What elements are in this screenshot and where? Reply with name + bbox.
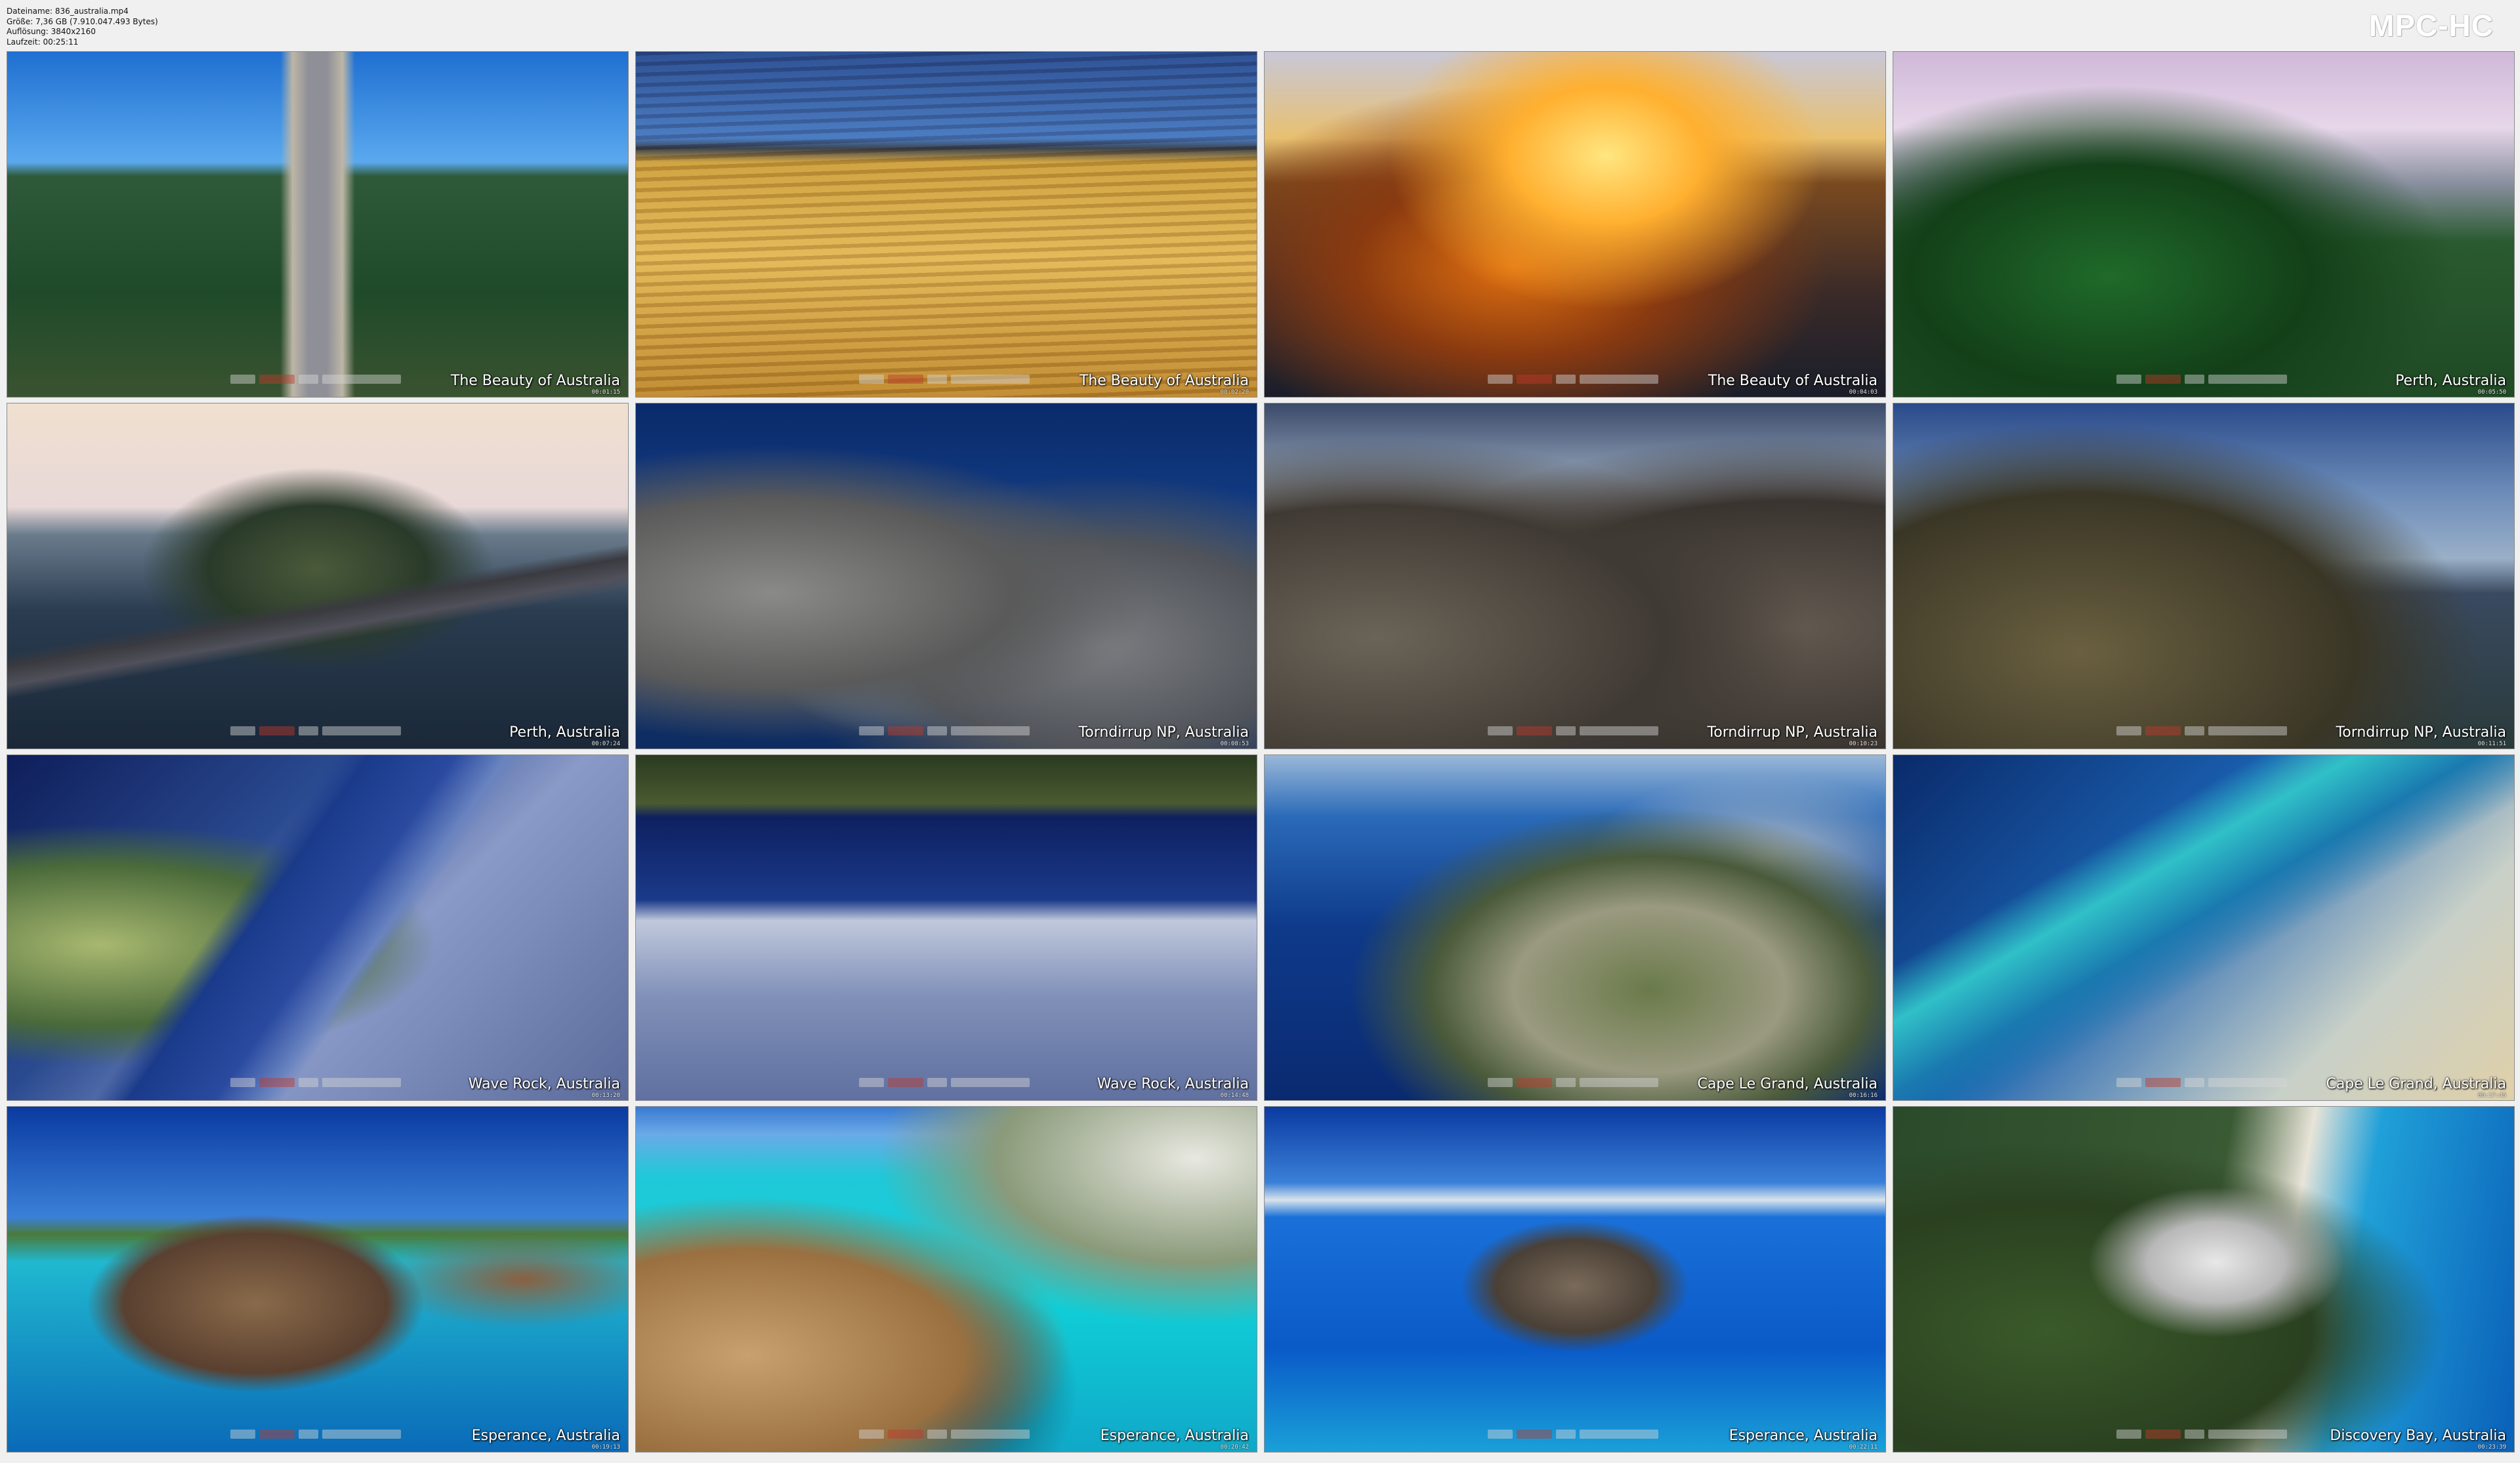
thumbnail-caption: Esperance, Australia: [1100, 1428, 1249, 1444]
thumbnail-caption: The Beauty of Australia: [1079, 373, 1249, 389]
thumbnail-frame-image: [1265, 1107, 1885, 1452]
thumbnail-frame-image: [1893, 755, 2514, 1100]
thumbnail-caption: Cape Le Grand, Australia: [1697, 1076, 1878, 1092]
thumbnail-frame-image: [636, 755, 1257, 1100]
video-thumbnail: Cape Le Grand, Australia 00:16:16: [1264, 754, 1886, 1101]
thumbnail-caption: Torndirrup NP, Australia: [1078, 724, 1249, 741]
thumbnail-frame-image: [1893, 52, 2514, 397]
thumbnail-timecode: 00:16:16: [1849, 1092, 1878, 1099]
watermark-logo: [230, 1076, 408, 1089]
thumbnail-caption: The Beauty of Australia: [450, 373, 620, 389]
video-thumbnail: The Beauty of Australia 00:02:20: [635, 51, 1257, 398]
watermark-logo: [859, 373, 1036, 386]
file-name-line: Dateiname: 836_australia.mp4: [7, 7, 129, 16]
app-logo: MPC-HC: [2369, 9, 2494, 43]
thumbnail-frame-image: [7, 52, 628, 397]
video-thumbnail: Esperance, Australia 00:20:42: [635, 1106, 1257, 1453]
watermark-logo: [859, 724, 1036, 737]
video-thumbnail: Wave Rock, Australia 00:13:20: [7, 754, 629, 1101]
thumbnail-caption: Esperance, Australia: [1729, 1428, 1878, 1444]
video-thumbnail: Perth, Australia 00:07:24: [7, 403, 629, 749]
thumbnail-timecode: 00:08:53: [1220, 741, 1249, 747]
thumbnail-caption: Cape Le Grand, Australia: [2326, 1076, 2506, 1092]
video-thumbnail: Esperance, Australia 00:22:11: [1264, 1106, 1886, 1453]
thumbnail-timecode: 00:11:51: [2477, 741, 2506, 747]
thumbnail-timecode: 00:22:11: [1849, 1444, 1878, 1451]
thumbnail-timecode: 00:02:20: [1220, 389, 1249, 396]
thumbnail-frame-image: [1893, 403, 2514, 749]
thumbnail-timecode: 00:05:50: [2477, 389, 2506, 396]
thumbnail-caption: Torndirrup NP, Australia: [2336, 724, 2506, 741]
watermark-logo: [230, 724, 408, 737]
thumbnail-timecode: 00:23:39: [2477, 1444, 2506, 1451]
watermark-logo: [2116, 1076, 2294, 1089]
thumbnail-caption: Discovery Bay, Australia: [2330, 1428, 2506, 1444]
thumbnail-caption: Wave Rock, Australia: [468, 1076, 620, 1092]
watermark-logo: [1488, 373, 1665, 386]
thumbnail-frame-image: [1265, 52, 1885, 397]
watermark-logo: [1488, 1428, 1665, 1441]
thumbnail-frame-image: [636, 403, 1257, 749]
video-thumbnail: Perth, Australia 00:05:50: [1893, 51, 2515, 398]
thumbnail-caption: Torndirrup NP, Australia: [1707, 724, 1878, 741]
watermark-logo: [1488, 1076, 1665, 1089]
thumbnail-caption: The Beauty of Australia: [1708, 373, 1878, 389]
thumbnail-frame-image: [1265, 403, 1885, 749]
video-thumbnail: Torndirrup NP, Australia 00:10:23: [1264, 403, 1886, 749]
thumbnail-timecode: 00:01:15: [591, 389, 620, 396]
thumbnail-frame-image: [1893, 1107, 2514, 1452]
watermark-logo: [2116, 724, 2294, 737]
file-info-header: Dateiname: 836_australia.mp4 Größe: 7,36…: [0, 0, 2520, 52]
thumbnail-caption: Perth, Australia: [2395, 373, 2506, 389]
thumbnail-timecode: 00:10:23: [1849, 741, 1878, 747]
thumbnail-frame-image: [7, 755, 628, 1100]
video-thumbnail: Torndirrup NP, Australia 00:08:53: [635, 403, 1257, 749]
video-thumbnail: Esperance, Australia 00:19:13: [7, 1106, 629, 1453]
watermark-logo: [1488, 724, 1665, 737]
video-thumbnail: The Beauty of Australia 00:04:03: [1264, 51, 1886, 398]
watermark-logo: [2116, 1428, 2294, 1441]
video-thumbnail: Torndirrup NP, Australia 00:11:51: [1893, 403, 2515, 749]
video-thumbnail: Cape Le Grand, Australia 00:17:45: [1893, 754, 2515, 1101]
watermark-logo: [230, 373, 408, 386]
thumbnail-frame-image: [7, 1107, 628, 1452]
thumbnail-frame-image: [636, 52, 1257, 397]
thumbnail-frame-image: [7, 403, 628, 749]
thumbnail-timecode: 00:14:48: [1220, 1092, 1249, 1099]
video-thumbnail: Discovery Bay, Australia 00:23:39: [1893, 1106, 2515, 1453]
video-thumbnail: The Beauty of Australia 00:01:15: [7, 51, 629, 398]
watermark-logo: [859, 1076, 1036, 1089]
thumbnail-timecode: 00:13:20: [591, 1092, 620, 1099]
thumbnail-timecode: 00:17:45: [2477, 1092, 2506, 1099]
thumbnail-caption: Wave Rock, Australia: [1097, 1076, 1249, 1092]
thumbnail-timecode: 00:04:03: [1849, 389, 1878, 396]
video-thumbnail: Wave Rock, Australia 00:14:48: [635, 754, 1257, 1101]
thumbnail-grid: The Beauty of Australia 00:01:15 The Beaut…: [7, 51, 2515, 1453]
watermark-logo: [2116, 373, 2294, 386]
watermark-logo: [859, 1428, 1036, 1441]
thumbnail-timecode: 00:20:42: [1220, 1444, 1249, 1451]
resolution-line: Auflösung: 3840x2160: [7, 27, 96, 36]
thumbnail-frame-image: [636, 1107, 1257, 1452]
file-size-line: Größe: 7,36 GB (7.910.047.493 Bytes): [7, 16, 158, 26]
thumbnail-timecode: 00:07:24: [591, 741, 620, 747]
thumbnail-timecode: 00:19:13: [591, 1444, 620, 1451]
thumbnail-caption: Perth, Australia: [509, 724, 620, 741]
thumbnail-caption: Esperance, Australia: [471, 1428, 620, 1444]
thumbnail-frame-image: [1265, 755, 1885, 1100]
watermark-logo: [230, 1428, 408, 1441]
file-info-lines: Dateiname: 836_australia.mp4 Größe: 7,36…: [7, 7, 158, 47]
duration-line: Laufzeit: 00:25:11: [7, 37, 79, 47]
